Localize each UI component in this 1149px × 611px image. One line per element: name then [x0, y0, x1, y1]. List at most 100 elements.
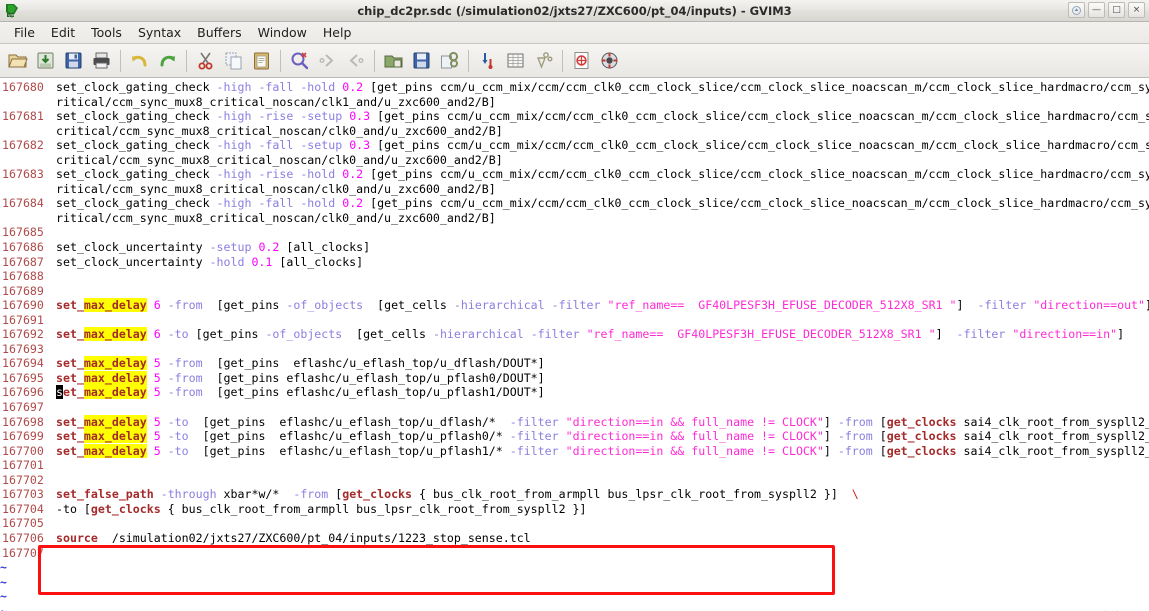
maximize-button[interactable]: □ [1108, 2, 1125, 18]
print-icon[interactable] [88, 47, 115, 75]
editor-line[interactable]: 167699 set_max_delay 5 -to [get_pins efla… [0, 429, 1149, 444]
copy-icon[interactable] [220, 47, 247, 75]
line-number: 167697 [2, 400, 44, 415]
editor-text-area[interactable]: 167680 set_clock_gating_check -high -fall… [0, 78, 1149, 611]
editor-line[interactable]: 167695 set_max_delay 5 -from [get_pins ef… [0, 370, 1149, 386]
editor-line[interactable]: 167683 set_clock_gating_check -high -rise… [0, 167, 1149, 182]
line-number: 167692 [2, 327, 44, 342]
toolbar-separator-5 [468, 49, 469, 72]
editor-line-wrap[interactable]: ritical/ccm_sync_mux8_critical_noscan/cl… [0, 211, 1149, 226]
line-number: 167687 [2, 254, 44, 269]
line-number: 167681 [2, 109, 44, 124]
tilde-marker: ~ [0, 603, 7, 611]
editor-line[interactable]: 167693 [0, 342, 1149, 357]
editor-empty-line: ~ [0, 604, 1149, 611]
menu-buffers[interactable]: Buffers [189, 24, 249, 41]
line-number: 167693 [2, 341, 44, 356]
editor-line[interactable]: 167685 [0, 225, 1149, 240]
minimize-glyph: — [1092, 4, 1101, 15]
paste-icon[interactable] [248, 47, 275, 75]
toolbar-separator-6 [562, 49, 563, 72]
find-help-icon[interactable] [596, 47, 623, 75]
line-content: set_false_path -through xbar*w/* -from [… [56, 487, 859, 502]
minimize-button[interactable]: — [1088, 2, 1105, 18]
editor-line[interactable]: 167688 [0, 269, 1149, 284]
editor-line[interactable]: 167700 set_max_delay 5 -to [get_pins efla… [0, 443, 1149, 459]
editor-line[interactable]: 167680 set_clock_gating_check -high -fall… [0, 80, 1149, 95]
tilde-marker: ~ [0, 589, 7, 604]
editor-line[interactable]: 167704 -to [get_clocks { bus_clk_root_fro… [0, 502, 1149, 517]
find-icon[interactable] [286, 47, 313, 75]
save-all-icon[interactable] [32, 47, 59, 75]
menu-help[interactable]: Help [315, 24, 360, 41]
undo-icon[interactable] [126, 47, 153, 75]
editor-line[interactable]: 167689 [0, 284, 1149, 299]
line-content: critical/ccm_sync_mux8_critical_noscan/c… [56, 123, 503, 138]
editor-line[interactable]: 167702 [0, 473, 1149, 488]
line-number: 167690 [2, 298, 44, 313]
make-icon[interactable] [474, 47, 501, 75]
line-content: set_max_delay 6 -from [get_pins -of_obje… [56, 298, 1149, 313]
run-script-icon[interactable] [436, 47, 463, 75]
shade-button[interactable] [1068, 2, 1085, 18]
load-session-icon[interactable] [380, 47, 407, 75]
editor-line-wrap[interactable]: ritical/ccm_sync_mux8_critical_noscan/cl… [0, 95, 1149, 110]
line-number: 167682 [2, 138, 44, 153]
editor-line[interactable]: 167705 [0, 516, 1149, 531]
editor-line[interactable]: 167707 [0, 546, 1149, 561]
line-number: 167696 [2, 385, 44, 400]
help-icon[interactable] [568, 47, 595, 75]
menu-tools[interactable]: Tools [83, 24, 130, 41]
editor-line[interactable]: 167706 source /simulation02/jxts27/ZXC600… [0, 531, 1149, 546]
line-number: 167680 [2, 80, 44, 94]
editor-line[interactable]: 167698 set_max_delay 5 -to [get_pins efla… [0, 414, 1149, 430]
editor-line[interactable]: 167686 set_clock_uncertainty -setup 0.2 [… [0, 240, 1149, 255]
editor-line[interactable]: 167681 set_clock_gating_check -high -rise… [0, 109, 1149, 124]
line-content: set_max_delay 6 -to [get_pins -of_object… [56, 327, 1125, 342]
find-next-icon[interactable] [314, 47, 341, 75]
menu-edit[interactable]: Edit [43, 24, 83, 41]
close-glyph: × [1132, 4, 1141, 15]
line-number: 167695 [2, 370, 44, 385]
line-content: set_clock_uncertainty -setup 0.2 [all_cl… [56, 240, 371, 255]
tag-jump-icon[interactable] [530, 47, 557, 75]
editor-line[interactable]: 167692 set_max_delay 6 -to [get_pins -of_… [0, 327, 1149, 342]
editor-line-wrap[interactable]: ritical/ccm_sync_mux8_critical_noscan/cl… [0, 182, 1149, 197]
line-number: 167700 [2, 443, 44, 458]
line-number: 167706 [2, 530, 44, 545]
editor-line-with-cursor[interactable]: 167696 set_max_delay 5 -from [get_pins ef… [0, 385, 1149, 400]
line-content: set_max_delay 5 -from [get_pins eflashc/… [56, 385, 545, 400]
line-content: source /simulation02/jxts27/ZXC600/pt_04… [56, 530, 531, 545]
editor-line[interactable]: 167701 [0, 458, 1149, 473]
line-number: 167689 [2, 283, 44, 298]
menu-file[interactable]: File [6, 24, 43, 41]
menu-window[interactable]: Window [250, 24, 315, 41]
redo-icon[interactable] [154, 47, 181, 75]
shell-icon[interactable] [502, 47, 529, 75]
line-content: set_max_delay 5 -to [get_pins eflashc/u_… [56, 443, 1149, 458]
editor-line[interactable]: 167703 set_false_path -through xbar*w/* -… [0, 487, 1149, 502]
save-session-icon[interactable] [408, 47, 435, 75]
editor-line-wrap[interactable]: critical/ccm_sync_mux8_critical_noscan/c… [0, 153, 1149, 168]
open-file-icon[interactable] [4, 47, 31, 75]
editor-line[interactable]: 167691 [0, 313, 1149, 328]
menu-syntax[interactable]: Syntax [130, 24, 189, 41]
close-button[interactable]: × [1128, 2, 1145, 18]
editor-empty-line: ~ [0, 575, 1149, 590]
line-number: 167686 [2, 240, 44, 255]
editor-line-wrap[interactable]: critical/ccm_sync_mux8_critical_noscan/c… [0, 124, 1149, 139]
editor-line[interactable]: 167684 set_clock_gating_check -high -fall… [0, 196, 1149, 211]
line-number: 167705 [2, 516, 44, 531]
line-number: 167683 [2, 167, 44, 182]
line-content: set_clock_gating_check -high -fall -setu… [56, 138, 1149, 153]
line-number: 167684 [2, 196, 44, 211]
save-icon[interactable] [60, 47, 87, 75]
cut-icon[interactable] [192, 47, 219, 75]
editor-line[interactable]: 167687 set_clock_uncertainty -hold 0.1 [a… [0, 255, 1149, 270]
editor-line[interactable]: 167690 set_max_delay 6 -from [get_pins -o… [0, 298, 1149, 313]
editor-line[interactable]: 167694 set_max_delay 5 -from [get_pins ef… [0, 356, 1149, 371]
editor-line[interactable]: 167682 set_clock_gating_check -high -fall… [0, 138, 1149, 153]
editor-empty-line: ~ [0, 589, 1149, 604]
find-prev-icon[interactable] [342, 47, 369, 75]
editor-line[interactable]: 167697 [0, 400, 1149, 415]
